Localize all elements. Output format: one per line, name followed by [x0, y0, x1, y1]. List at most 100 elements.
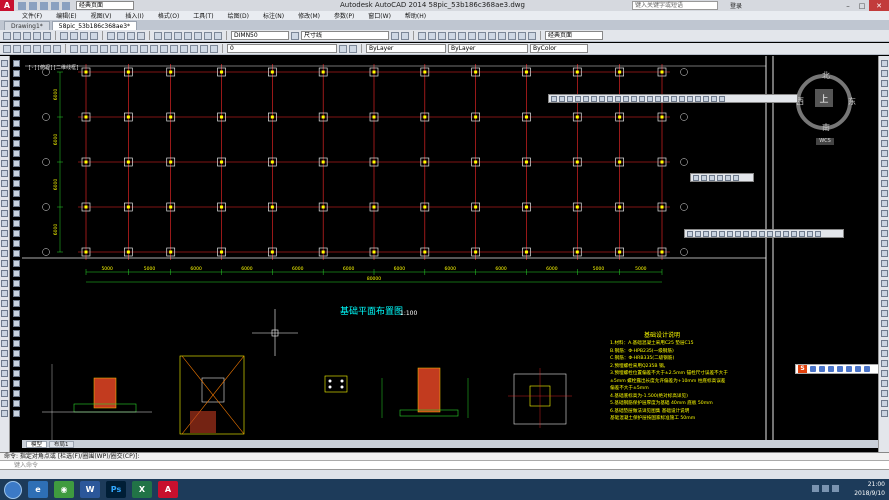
line-icon[interactable]	[1, 60, 8, 67]
menu-draw[interactable]: 绘图(D)	[228, 11, 249, 20]
draw-gradient-icon[interactable]	[1, 340, 8, 347]
draw-table-icon[interactable]	[1, 190, 8, 197]
trim-icon[interactable]	[12, 150, 20, 157]
open-file-icon[interactable]	[13, 31, 21, 40]
point-icon[interactable]	[150, 44, 158, 53]
extend-icon[interactable]	[12, 160, 20, 167]
fd-textedit-icon[interactable]	[799, 230, 805, 237]
snap-node-icon[interactable]	[655, 95, 661, 102]
snap-center-icon[interactable]	[607, 95, 613, 102]
markup-icon[interactable]	[194, 31, 202, 40]
fd-linear-icon[interactable]	[687, 230, 693, 237]
rotate-icon[interactable]	[12, 120, 20, 127]
draw-sketch-icon[interactable]	[1, 250, 8, 257]
mirror-icon[interactable]	[12, 80, 20, 87]
spline-icon[interactable]	[100, 44, 108, 53]
preview-icon[interactable]	[43, 31, 51, 40]
viewport-label[interactable]: [-][俯视][二维线框]	[28, 64, 79, 71]
draw-image-icon[interactable]	[1, 380, 8, 387]
purge-icon[interactable]	[12, 410, 20, 417]
list-icon[interactable]	[12, 400, 20, 407]
draw-3dpoly-icon[interactable]	[1, 290, 8, 297]
fd-continue-icon[interactable]	[767, 230, 773, 237]
snap-perpendicular-icon[interactable]	[631, 95, 637, 102]
dist-icon[interactable]	[12, 380, 20, 387]
dim-angular-icon[interactable]	[880, 130, 888, 137]
calculator-icon[interactable]	[204, 31, 212, 40]
match-icon[interactable]	[12, 290, 20, 297]
fd-style-icon[interactable]	[815, 230, 821, 237]
ucs-previous-icon[interactable]	[438, 31, 446, 40]
array-icon[interactable]	[12, 100, 20, 107]
compass-east[interactable]: 东	[848, 96, 856, 107]
inq-locate-icon[interactable]	[725, 174, 731, 181]
ime-mode-icon[interactable]	[810, 366, 816, 372]
dim-center2-icon[interactable]	[880, 410, 888, 417]
measure2-icon[interactable]	[12, 360, 20, 367]
dim-leader-icon[interactable]	[880, 290, 888, 297]
fd-radius-icon[interactable]	[719, 230, 725, 237]
redo-icon[interactable]	[62, 1, 70, 10]
menu-file[interactable]: 文件(F)	[22, 11, 42, 20]
save-icon[interactable]	[40, 1, 48, 10]
undo-icon[interactable]	[51, 1, 59, 10]
draw-region-icon[interactable]	[1, 210, 8, 217]
dim-ordinate-icon[interactable]	[880, 90, 888, 97]
ucs-origin-icon[interactable]	[478, 31, 486, 40]
fd-center-icon[interactable]	[783, 230, 789, 237]
dim-edit-icon[interactable]	[880, 230, 888, 237]
maximize-icon[interactable]: □	[855, 0, 869, 11]
layer-previous-icon[interactable]	[349, 44, 357, 53]
new-icon[interactable]	[18, 1, 26, 10]
lengthen-icon[interactable]	[12, 220, 20, 227]
dim-reassoc-icon[interactable]	[880, 280, 888, 287]
file-tab-drawing1[interactable]: Drawing1*	[4, 21, 50, 30]
fd-angular-icon[interactable]	[743, 230, 749, 237]
dim-collect-icon[interactable]	[880, 320, 888, 327]
splinedit-icon[interactable]	[12, 240, 20, 247]
revcloud-icon[interactable]	[90, 44, 98, 53]
make-current-icon[interactable]	[339, 44, 347, 53]
fd-update-icon[interactable]	[807, 230, 813, 237]
id-icon[interactable]	[12, 390, 20, 397]
scale-icon[interactable]	[12, 130, 20, 137]
snap-none-icon[interactable]	[671, 95, 677, 102]
clock[interactable]: 21:00 2018/9/10	[854, 480, 885, 498]
layer-match-icon[interactable]	[53, 44, 61, 53]
erase-icon[interactable]	[12, 60, 20, 67]
mtext-icon[interactable]	[200, 44, 208, 53]
fillet-icon[interactable]	[12, 200, 20, 207]
circle-icon[interactable]	[80, 44, 88, 53]
dim-oblique-icon[interactable]	[880, 360, 888, 367]
draw-revcloud-icon[interactable]	[1, 130, 8, 137]
linetype-select[interactable]: ByLayer	[448, 44, 528, 53]
inq-list-icon[interactable]	[717, 174, 723, 181]
textedit-icon[interactable]	[12, 330, 20, 337]
draw-ellipse-icon[interactable]	[1, 150, 8, 157]
ime-tools-icon[interactable]	[864, 366, 870, 372]
ucs-icon[interactable]	[418, 31, 426, 40]
ucs-z-icon[interactable]	[528, 31, 536, 40]
fd-edit-icon[interactable]	[791, 230, 797, 237]
zoom-window-icon[interactable]	[127, 31, 135, 40]
inq-time-icon[interactable]	[733, 174, 739, 181]
tablestyle-icon[interactable]	[391, 31, 399, 40]
menu-help[interactable]: 帮助(H)	[405, 11, 426, 20]
group-icon[interactable]	[12, 300, 20, 307]
draw-text-icon[interactable]	[1, 200, 8, 207]
dimstyle-select[interactable]: DIMN50	[231, 31, 289, 40]
inq-distance-icon[interactable]	[693, 174, 699, 181]
ungroup-icon[interactable]	[12, 310, 20, 317]
area-icon[interactable]	[12, 370, 20, 377]
taskbar-ie-icon[interactable]: e	[28, 481, 48, 498]
dim-geotol-icon[interactable]	[880, 350, 888, 357]
dim-right-icon[interactable]	[880, 400, 888, 407]
dim-override-icon[interactable]	[880, 270, 888, 277]
snap-nearest-icon[interactable]	[663, 95, 669, 102]
dim-quick-icon[interactable]	[880, 140, 888, 147]
dim-jogline-icon[interactable]	[880, 220, 888, 227]
menu-window[interactable]: 窗口(W)	[368, 11, 391, 20]
paste-icon[interactable]	[80, 31, 88, 40]
draw-block-icon[interactable]	[1, 160, 8, 167]
join-icon[interactable]	[12, 180, 20, 187]
